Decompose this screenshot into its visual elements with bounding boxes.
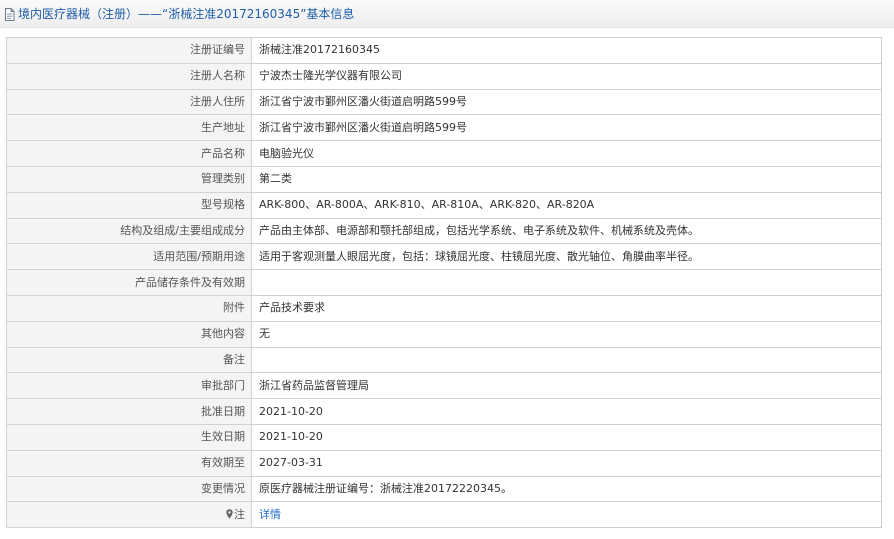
note-value-cell: 详情 — [251, 501, 882, 529]
field-label: 管理类别 — [6, 165, 252, 193]
field-value: 产品技术要求 — [251, 294, 882, 322]
detail-table-body: 注册证编号 浙械注准20172160345 注册人名称 宁波杰士隆光学仪器有限公司 注册… — [6, 37, 882, 529]
field-value: 产品由主体部、电源部和颚托部组成，包括光学系统、电子系统及软件、机械系统及壳体。 — [251, 217, 882, 245]
table-row: 其他内容无 — [6, 320, 882, 348]
table-row: 批准日期 2021-10-20 — [6, 398, 882, 425]
field-label: 产品储存条件及有效期 — [6, 269, 252, 296]
field-label: 适用范围/预期用途 — [6, 243, 252, 271]
field-label: 产品名称 — [6, 140, 252, 167]
field-label: 注册人名称 — [6, 62, 252, 90]
field-value: 浙江省药品监督管理局 — [251, 372, 882, 400]
table-row: 备注 — [6, 346, 882, 374]
field-value: 宁波杰士隆光学仪器有限公司 — [251, 62, 882, 90]
table-row: 结构及组成/主要组成成分 产品由主体部、电源部和颚托部组成，包括光学系统、电子系统… — [6, 217, 882, 245]
table-row: 注册人名称 宁波杰士隆光学仪器有限公司 — [6, 62, 882, 90]
table-row: 管理类别 第二类 — [6, 165, 882, 193]
table-row: 生效日期 2021-10-20 — [6, 423, 882, 451]
note-label: 注 — [234, 507, 245, 521]
field-value: 电脑验光仪 — [251, 140, 882, 167]
field-value: 适用于客观测量人眼屈光度，包括：球镜屈光度、柱镜屈光度、散光轴位、角膜曲率半径。 — [251, 243, 882, 271]
note-label-cell: 注 — [6, 501, 252, 529]
field-label: 注册证编号 — [6, 37, 252, 64]
field-label: 生效日期 — [6, 423, 252, 451]
table-row: 生产地址 浙江省宁波市鄞州区潘火街道启明路599号 — [6, 114, 882, 142]
field-label: 变更情况 — [6, 475, 252, 503]
field-label: 审批部门 — [6, 372, 252, 400]
map-pin-icon — [226, 509, 233, 519]
field-label: 附件 — [6, 294, 252, 322]
table-row: 有效期至 2027-03-31 — [6, 449, 882, 477]
field-label: 其他内容 — [6, 320, 252, 348]
table-row: 审批部门 浙江省药品监督管理局 — [6, 372, 882, 400]
table-row-note: 注 详情 — [6, 501, 882, 529]
field-value: 2021-10-20 — [251, 423, 882, 451]
details-link[interactable]: 详情 — [259, 508, 281, 521]
table-row: 变更情况 原医疗器械注册证编号：浙械注准20172220345。 — [6, 475, 882, 503]
field-label: 结构及组成/主要组成成分 — [6, 217, 252, 245]
field-value: 无 — [251, 320, 882, 348]
page-header: 境内医疗器械（注册）——“浙械注准20172160345”基本信息 — [0, 0, 894, 28]
detail-table: 注册证编号 浙械注准20172160345 注册人名称 宁波杰士隆光学仪器有限公司 注册… — [6, 37, 882, 529]
field-value: 2021-10-20 — [251, 398, 882, 425]
field-value — [251, 269, 882, 296]
page-title: 境内医疗器械（注册）——“浙械注准20172160345”基本信息 — [18, 7, 355, 21]
table-row: 注册人住所 浙江省宁波市鄞州区潘火街道启明路599号 — [6, 88, 882, 116]
field-value: 浙江省宁波市鄞州区潘火街道启明路599号 — [251, 88, 882, 116]
table-row: 产品储存条件及有效期 — [6, 269, 882, 296]
field-label: 批准日期 — [6, 398, 252, 425]
field-value — [251, 346, 882, 374]
field-label: 有效期至 — [6, 449, 252, 477]
table-row: 型号规格 ARK-800、AR-800A、ARK-810、AR-810A、ARK-… — [6, 191, 882, 219]
table-row: 附件 产品技术要求 — [6, 294, 882, 322]
field-label: 生产地址 — [6, 114, 252, 142]
field-value: 2027-03-31 — [251, 449, 882, 477]
field-value: ARK-800、AR-800A、ARK-810、AR-810A、ARK-820、… — [251, 191, 882, 219]
field-value: 浙江省宁波市鄞州区潘火街道启明路599号 — [251, 114, 882, 142]
table-row: 产品名称 电脑验光仪 — [6, 140, 882, 167]
field-label: 注册人住所 — [6, 88, 252, 116]
field-value: 第二类 — [251, 165, 882, 193]
field-label: 型号规格 — [6, 191, 252, 219]
field-label: 备注 — [6, 346, 252, 374]
page-header-inner: 境内医疗器械（注册）——“浙械注准20172160345”基本信息 — [4, 5, 354, 23]
table-row: 适用范围/预期用途 适用于客观测量人眼屈光度，包括：球镜屈光度、柱镜屈光度、散光轴… — [6, 243, 882, 271]
field-value: 原医疗器械注册证编号：浙械注准20172220345。 — [251, 475, 882, 503]
field-value: 浙械注准20172160345 — [251, 37, 882, 64]
document-icon — [4, 7, 15, 21]
table-row: 注册证编号 浙械注准20172160345 — [6, 37, 882, 64]
